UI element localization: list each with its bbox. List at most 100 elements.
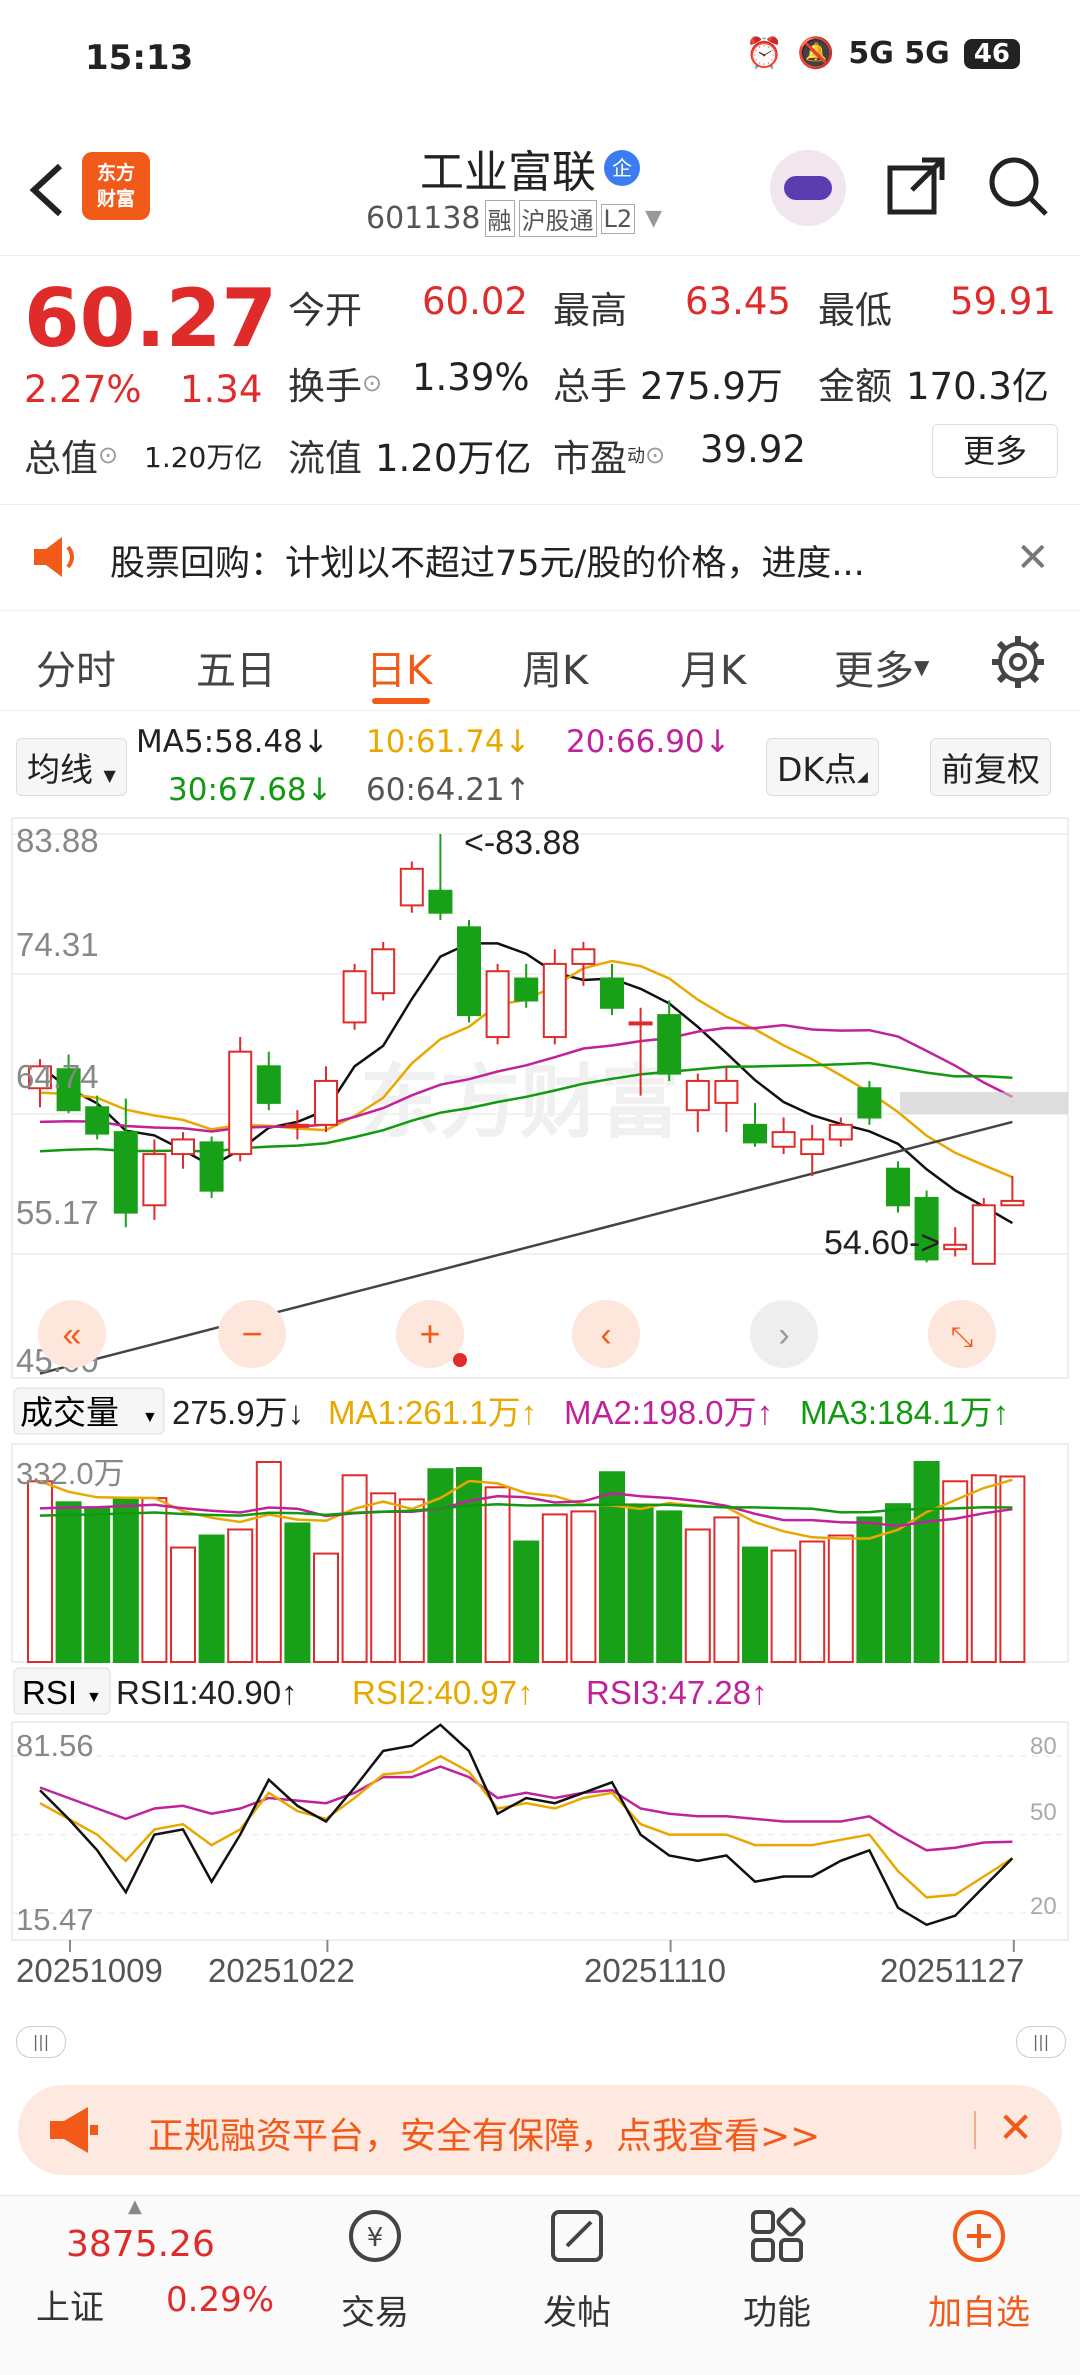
tag-connect: 沪股通: [518, 200, 597, 237]
volume-bar: [170, 1546, 196, 1664]
search-icon[interactable]: [986, 154, 1050, 222]
svg-text:‹: ‹: [600, 1316, 611, 1354]
info-icon[interactable]: ⊙: [362, 369, 382, 397]
fullscreen-button[interactable]: ⤡: [928, 1300, 996, 1368]
turnover-label-text: 换手: [288, 365, 362, 408]
turnover-label: 换手 ⊙: [288, 356, 382, 410]
range-handle-left[interactable]: |||: [16, 2026, 66, 2058]
buyback-notice[interactable]: 股票回购：计划以不超过75元/股的价格，进度... ✕: [0, 505, 1080, 611]
y-label: 64.74: [16, 1058, 99, 1095]
tag-margin: 融: [484, 200, 515, 237]
mktcap-value: 1.20万亿: [144, 441, 263, 474]
financing-ad-banner[interactable]: 正规融资平台，安全有保障，点我查看>> ✕: [18, 2085, 1062, 2175]
indicator-dropdown[interactable]: 均线 ▼: [16, 738, 127, 796]
index-percent: 0.29%: [166, 2280, 275, 2320]
candle-body: [943, 1243, 968, 1251]
tab-timeshare[interactable]: 分时: [36, 638, 116, 696]
volume-bar: [541, 1513, 568, 1664]
info-icon[interactable]: ⊙: [98, 441, 118, 469]
stock-header: 东方 财富 工业富联 企 601138 融 沪股通 L2 ▼: [0, 120, 1080, 256]
nav-trade[interactable]: ¥ 交易: [300, 2206, 450, 2334]
volume-label: 总手: [553, 365, 627, 408]
volume-bar: [999, 1475, 1026, 1663]
tab-daily-k[interactable]: 日K: [366, 638, 432, 696]
candle-body: [285, 1123, 310, 1128]
rsi2-value: RSI2:40.97↑: [352, 1674, 534, 1711]
scroll-left-fast-button[interactable]: «: [38, 1300, 106, 1368]
date-label: 20251009: [16, 1952, 163, 1989]
tab-monthly-k[interactable]: 月K: [680, 638, 746, 696]
volume-bar: [55, 1501, 82, 1663]
close-icon[interactable]: ✕: [1016, 535, 1050, 581]
status-bar: 15:13 ⏰ 🔕 5G 5G 46: [0, 0, 1080, 120]
megaphone-icon: [46, 2105, 100, 2159]
kline-chart-area[interactable]: 东方财富 83.88 74.31 64.74 55.17 45.60 <-83.…: [0, 810, 1080, 2030]
turnover-value: 1.39%: [412, 356, 530, 399]
nav-post[interactable]: 发帖: [502, 2206, 652, 2334]
candle-body: [171, 1138, 195, 1156]
pe-value: 39.92: [700, 428, 806, 471]
float-value: 1.20万亿: [375, 437, 532, 480]
caret-down-icon: ▼: [86, 1689, 102, 1706]
scroll-right-button[interactable]: ›: [750, 1300, 818, 1368]
amount-label: 金额: [818, 365, 892, 408]
mktcap-label: 总值 ⊙: [24, 428, 118, 482]
settings-icon[interactable]: [990, 634, 1046, 694]
tag-l2: L2: [600, 203, 636, 234]
volume-bar: [398, 1498, 425, 1664]
chevron-down-icon[interactable]: ▼: [645, 206, 662, 231]
nav-add-watch-label: 加自选: [928, 2293, 1030, 2333]
candle-body: [571, 948, 596, 965]
tab-weekly-k[interactable]: 周K: [522, 638, 588, 696]
volume-value: 275.9万↓: [172, 1394, 304, 1431]
nav-function[interactable]: 功能: [702, 2206, 852, 2334]
change-percent: 2.27%: [24, 368, 142, 411]
zoom-out-button[interactable]: −: [218, 1300, 286, 1368]
more-button[interactable]: 更多: [932, 424, 1058, 478]
candle-body: [743, 1123, 767, 1144]
ma5-value: MA5:58.48↓: [136, 724, 329, 760]
high-marker: <-83.88: [464, 824, 580, 862]
scroll-left-button[interactable]: ‹: [572, 1300, 640, 1368]
rsi-80: 80: [1030, 1733, 1057, 1760]
caret-down-icon: ▼: [103, 766, 116, 785]
volume-bar: [684, 1528, 711, 1664]
back-button[interactable]: [22, 160, 72, 220]
candle-body: [657, 1014, 682, 1075]
nav-add-watch[interactable]: 加自选: [904, 2206, 1054, 2334]
volume-bar: [198, 1534, 225, 1663]
candle-body: [228, 1050, 253, 1156]
caret-icon: ◢: [857, 769, 868, 785]
tab-five-day[interactable]: 五日: [196, 638, 276, 696]
range-handle-right[interactable]: |||: [1016, 2026, 1066, 2058]
candle-body: [428, 889, 453, 914]
notice-text: 股票回购：计划以不超过75元/股的价格，进度...: [110, 544, 865, 584]
index-ticker[interactable]: ▲ 3875.26 上证 0.29%: [30, 2196, 290, 2366]
volume-bar: [799, 1540, 826, 1663]
last-price: 60.27: [24, 272, 278, 365]
volume-bar: [513, 1540, 540, 1663]
ad-divider: [974, 2111, 976, 2149]
bottom-nav: ▲ 3875.26 上证 0.29% ¥ 交易 发帖 功能 加自选: [0, 2195, 1080, 2375]
app-logo[interactable]: 东方 财富: [82, 152, 150, 220]
y-label: 74.31: [16, 926, 99, 963]
candle-body: [1000, 1199, 1025, 1207]
caret-down-icon: ▼: [142, 1409, 158, 1426]
battery-icon: 46: [963, 38, 1020, 69]
tab-more[interactable]: 更多 ▼: [834, 638, 929, 696]
info-icon[interactable]: ⊙: [645, 441, 665, 469]
candle-body: [628, 1021, 653, 1026]
close-icon[interactable]: ✕: [998, 2103, 1033, 2152]
robot-assistant-icon[interactable]: [770, 150, 846, 226]
candle-body: [600, 977, 624, 1009]
volume-bar: [885, 1503, 911, 1664]
volume-ma1: MA1:261.1万↑: [328, 1394, 537, 1431]
candle-body: [256, 1065, 281, 1104]
share-icon[interactable]: [884, 154, 948, 222]
rsi-y-bottom: 15.47: [16, 1902, 94, 1937]
volume-bar: [913, 1461, 940, 1663]
volume-bar: [484, 1486, 511, 1663]
low-marker: 54.60->: [824, 1224, 940, 1262]
dk-point-button[interactable]: DK点◢: [766, 738, 879, 796]
adjust-button[interactable]: 前复权: [930, 738, 1051, 796]
